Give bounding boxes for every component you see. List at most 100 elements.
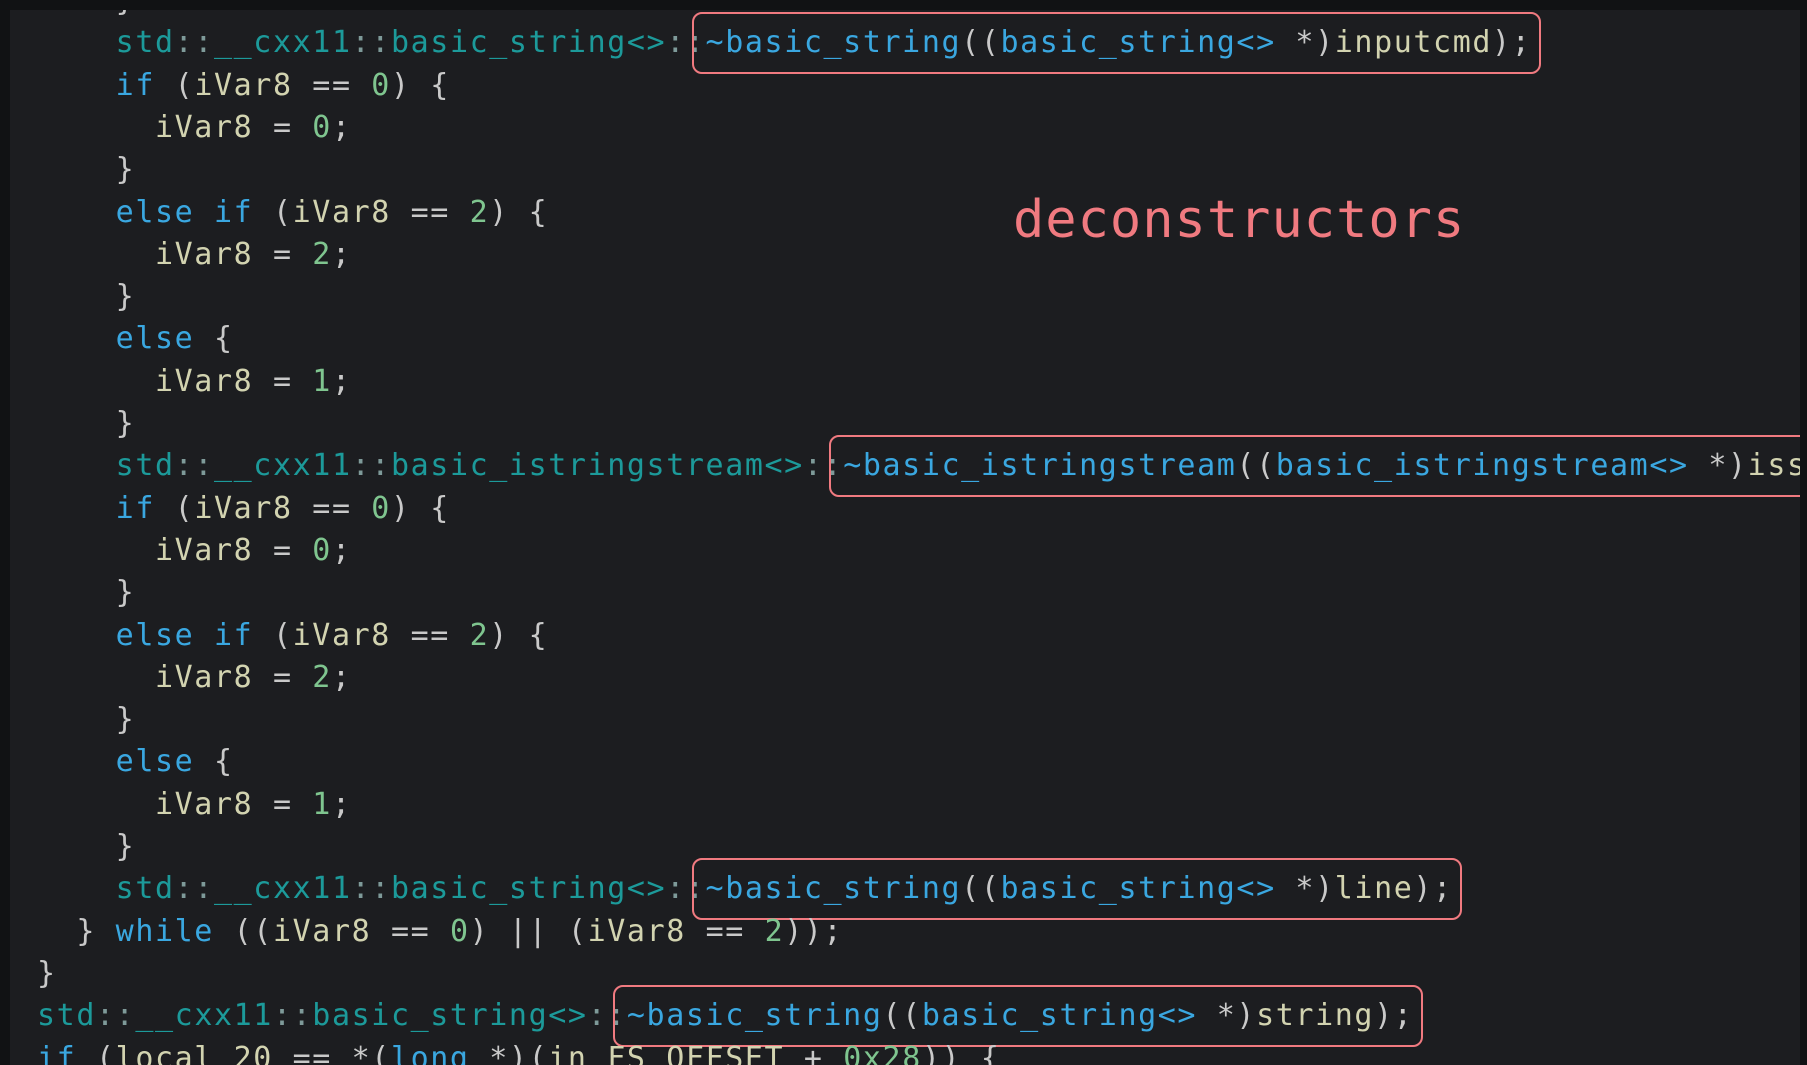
code-line: else if (iVar8 == 2) { xyxy=(37,192,548,234)
code-token: iVar8 xyxy=(154,659,254,695)
code-token: ) { xyxy=(489,617,549,653)
code-token: ; xyxy=(331,659,352,695)
code-line: iVar8 = 2; xyxy=(37,657,352,699)
code-line: else if (iVar8 == 2) { xyxy=(37,615,548,657)
code-token: == xyxy=(292,490,372,526)
code-token: else if xyxy=(115,194,254,230)
code-token: 1 xyxy=(312,786,332,822)
code-token: 1 xyxy=(312,363,332,399)
code-token: in_FS_OFFSET xyxy=(548,1040,785,1065)
code-token: } xyxy=(115,406,136,441)
code-token: ( xyxy=(154,490,195,526)
code-token: iVar8 xyxy=(194,490,293,526)
code-token: basic_string<> xyxy=(390,25,667,61)
code-token: } xyxy=(115,829,136,864)
code-token: iVar8 xyxy=(272,913,372,949)
code-line: } xyxy=(37,699,135,741)
code-token: __cxx11 xyxy=(213,25,352,61)
code-token: == xyxy=(371,913,450,949)
code-token: 0 xyxy=(449,913,470,949)
code-line: } xyxy=(37,826,135,868)
code-token: __cxx11 xyxy=(213,871,352,907)
code-line: iVar8 = 1; xyxy=(37,784,352,826)
code-token: = xyxy=(253,236,313,272)
code-token: 2 xyxy=(312,236,332,272)
code-token: { xyxy=(194,744,234,780)
code-line: iVar8 = 2; xyxy=(37,234,352,276)
code-token: :: xyxy=(174,871,214,907)
code-token: } xyxy=(76,913,116,949)
code-token: :: xyxy=(174,25,214,61)
code-token: __cxx11 xyxy=(213,448,352,484)
code-token: iVar8 xyxy=(154,109,254,145)
code-token: ) { xyxy=(489,194,549,230)
code-token: ( xyxy=(253,617,293,653)
annotation-label: deconstructors xyxy=(1013,190,1466,250)
code-token: iVar8 xyxy=(292,617,391,653)
code-token: } xyxy=(116,10,136,18)
code-token: (( xyxy=(213,913,273,949)
code-line: if (iVar8 == 0) { xyxy=(37,488,450,530)
code-token: std xyxy=(115,871,175,907)
code-token: basic_string<> xyxy=(390,871,667,907)
code-token: std xyxy=(37,998,96,1034)
code-token: while xyxy=(115,913,214,949)
code-token: :: xyxy=(351,871,391,907)
code-token: iVar8 xyxy=(292,194,391,230)
code-token: )) { xyxy=(921,1040,1001,1065)
code-token: local_20 xyxy=(115,1040,273,1065)
code-token: iVar8 xyxy=(154,236,254,272)
code-line: } xyxy=(37,276,135,318)
code-token: { xyxy=(194,321,234,357)
code-token: iVar8 xyxy=(154,532,254,568)
code-token: basic_string<> xyxy=(312,998,588,1034)
code-token: 0 xyxy=(371,67,391,103)
code-line: } xyxy=(37,572,135,614)
code-token: else xyxy=(115,744,195,780)
code-token: )); xyxy=(784,913,844,949)
code-line: else { xyxy=(37,741,234,783)
code-token: 2 xyxy=(312,659,332,695)
code-token: } xyxy=(37,955,57,991)
code-line: } while ((iVar8 == 0) || (iVar8 == 2)); xyxy=(37,911,843,953)
code-token: ; xyxy=(331,363,352,399)
code-token: ; xyxy=(331,236,352,272)
code-token: iVar8 xyxy=(587,913,686,949)
code-token: = xyxy=(253,786,313,822)
code-token: ( xyxy=(76,1040,116,1065)
code-token: :: xyxy=(96,998,136,1034)
code-token: = xyxy=(253,109,313,145)
code-token: 0 xyxy=(371,490,391,526)
code-token: if xyxy=(115,67,155,103)
code-line: } xyxy=(37,403,135,445)
destructor-highlight-box xyxy=(692,12,1541,75)
code-token: else xyxy=(115,321,195,357)
code-token: :: xyxy=(351,448,391,484)
code-token: if xyxy=(37,1040,77,1065)
code-token: ; xyxy=(331,786,352,822)
code-line: if (iVar8 == 0) { xyxy=(37,65,450,107)
code-token: ; xyxy=(331,109,352,145)
code-token: = xyxy=(253,363,313,399)
code-token: ) { xyxy=(390,67,450,103)
code-token: == xyxy=(390,617,470,653)
code-token: 2 xyxy=(469,194,490,230)
code-token: std xyxy=(115,25,175,61)
code-token: std xyxy=(115,448,175,484)
code-token: == xyxy=(292,67,372,103)
code-token: __cxx11 xyxy=(135,998,273,1034)
code-token: 0 xyxy=(312,532,332,568)
code-token: :: xyxy=(351,25,391,61)
code-token: iVar8 xyxy=(194,67,293,103)
code-line: } xyxy=(37,149,135,191)
code-token: 0x28 xyxy=(843,1040,922,1065)
code-line: iVar8 = 1; xyxy=(37,361,352,403)
code-token: } xyxy=(115,279,136,315)
code-token: ( xyxy=(253,194,293,230)
code-token: ) { xyxy=(390,490,450,526)
code-token: 2 xyxy=(764,913,785,949)
code-token: 0 xyxy=(312,109,332,145)
code-line: else { xyxy=(37,318,234,360)
code-token: } xyxy=(115,575,136,611)
code-token: == xyxy=(685,913,765,949)
